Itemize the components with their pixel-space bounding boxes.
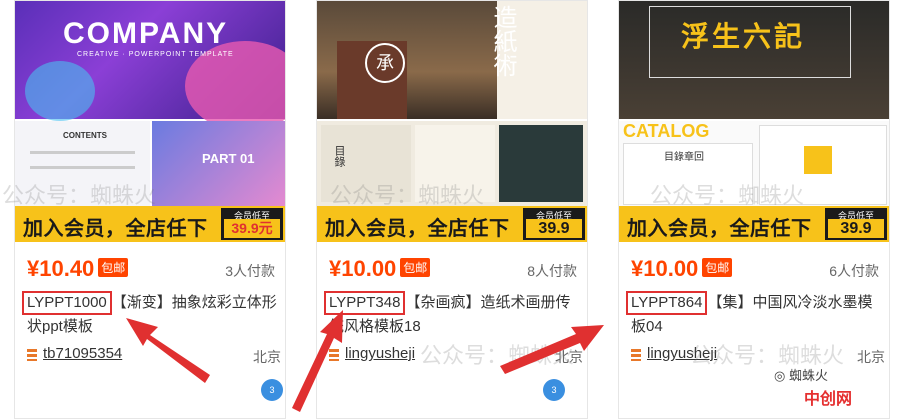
wechat-name: 蜘蛛火 xyxy=(788,368,828,383)
arrow-pointer-icon xyxy=(292,310,343,412)
arrow-pointer-icon xyxy=(126,318,210,383)
arrow-pointer-icon xyxy=(500,325,604,374)
annotation-arrows xyxy=(126,310,604,412)
site-logo-text: 中创网 xyxy=(804,391,853,408)
corner-logo: ◎ 蜘蛛火 中创网 xyxy=(774,365,894,413)
wechat-icon: ◎ xyxy=(774,368,789,383)
wechat-label: ◎ 蜘蛛火 xyxy=(774,365,828,384)
